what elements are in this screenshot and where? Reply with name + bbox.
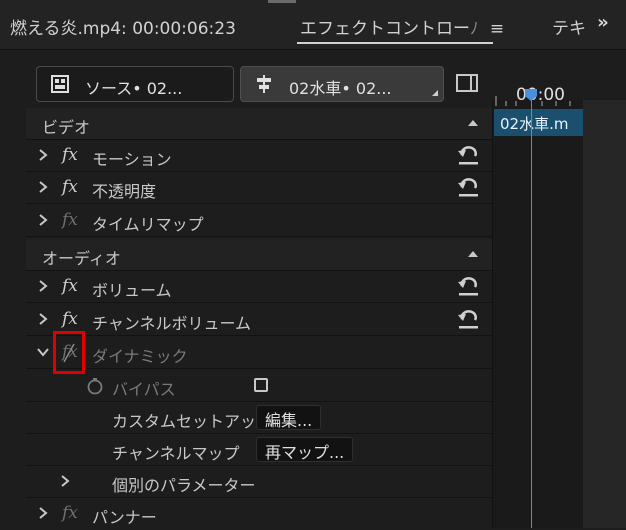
section-video-label: ビデオ (42, 118, 91, 137)
reset-icon[interactable] (456, 146, 480, 166)
effect-label: タイムリマップ (92, 215, 204, 234)
effect-row-volume[interactable]: fx ボリューム (26, 271, 492, 303)
fx-toggle-icon[interactable]: fx (62, 276, 78, 296)
stopwatch-icon[interactable] (86, 377, 104, 395)
param-row-channel-map: チャンネルマップ 再マップ... (26, 434, 492, 466)
source-selector-label: ソース• 02... (85, 79, 183, 98)
drag-grip[interactable] (268, 0, 296, 3)
section-audio-label: オーディオ (42, 249, 121, 268)
fx-toggle-icon[interactable]: fx (62, 145, 78, 165)
collapse-arrow-icon[interactable] (468, 251, 478, 257)
fx-toggle-icon[interactable]: fx (62, 210, 78, 230)
playhead-line[interactable] (531, 92, 532, 528)
effect-row-motion[interactable]: fx モーション (26, 140, 492, 172)
edit-button[interactable]: 編集... (256, 405, 322, 430)
tab-effect-controls[interactable]: エフェクトコントローﾉ ≡ (300, 14, 504, 39)
section-video[interactable]: ビデオ (26, 108, 492, 140)
param-label: チャンネルマップ (112, 444, 240, 463)
highlight-annotation (53, 331, 85, 374)
chevron-right-icon[interactable] (58, 474, 72, 488)
param-label: 個別のパラメーター (112, 476, 256, 495)
collapse-arrow-icon[interactable] (468, 120, 478, 126)
fx-toggle-icon[interactable]: fx (62, 309, 78, 329)
effect-row-opacity[interactable]: fx 不透明度 (26, 172, 492, 204)
align-center-icon (257, 75, 271, 93)
toggle-timeline-view-icon[interactable] (456, 74, 478, 92)
chevron-right-icon[interactable] (36, 506, 50, 520)
effect-label: モーション (92, 150, 172, 169)
chevron-right-icon[interactable] (36, 312, 50, 326)
tab-overflow-button[interactable]: » (592, 12, 614, 34)
chevron-right-icon[interactable] (36, 180, 50, 194)
effect-row-channel-volume[interactable]: fx チャンネルボリューム (26, 304, 492, 336)
tab-effect-controls-label: エフェクトコントロー (300, 19, 470, 39)
effect-label: 不透明度 (92, 182, 157, 201)
reset-icon[interactable] (456, 277, 480, 297)
chevron-right-icon[interactable] (36, 279, 50, 293)
fx-toggle-icon[interactable]: fx (62, 503, 78, 523)
section-audio[interactable]: オーディオ (26, 239, 492, 271)
effect-row-dynamics[interactable]: fx ダイナミック (26, 337, 492, 369)
effect-label: チャンネルボリューム (92, 314, 252, 333)
chevron-right-icon[interactable] (36, 213, 50, 227)
remap-button[interactable]: 再マップ... (256, 437, 354, 462)
timeline-empty-area (583, 100, 626, 528)
bypass-checkbox[interactable] (254, 378, 268, 392)
param-row-custom-setup: カスタムセットアップ 編集... (26, 402, 492, 434)
param-label: カスタムセットアップ (112, 412, 273, 431)
param-row-individual[interactable]: 個別のパラメーター (26, 466, 492, 498)
clip-selector-label: 02水車• 02... (289, 79, 392, 98)
reset-icon[interactable] (456, 310, 480, 330)
active-tab-indicator (297, 42, 493, 44)
fx-toggle-icon[interactable]: fx (62, 177, 78, 197)
chevron-right-icon[interactable] (36, 148, 50, 162)
playhead-handle-icon[interactable] (524, 88, 538, 102)
tab-text[interactable]: テキ (552, 14, 586, 39)
effect-row-time-remap[interactable]: fx タイムリマップ (26, 205, 492, 237)
dropdown-corner-icon (432, 90, 438, 96)
reset-icon[interactable] (456, 178, 480, 198)
chevron-down-icon[interactable] (36, 345, 50, 359)
panel-menu-icon[interactable]: ≡ (490, 19, 504, 39)
source-selector-button[interactable]: ソース• 02... (36, 66, 234, 102)
sequence-grid-icon (51, 75, 69, 93)
effect-label: パンナー (92, 508, 157, 527)
clip-selector-button[interactable]: 02水車• 02... (240, 66, 444, 102)
timeline-clip-label: 02水車.m (500, 115, 569, 133)
effect-row-panner[interactable]: fx パンナー (26, 498, 492, 530)
effect-label: ボリューム (92, 281, 172, 300)
effect-label: ダイナミック (92, 347, 188, 366)
tab-source-monitor[interactable]: 燃える炎.mp4: 00:00:06:23 (10, 14, 236, 39)
param-row-bypass[interactable]: バイパス (26, 370, 492, 402)
param-label: バイパス (112, 380, 176, 399)
